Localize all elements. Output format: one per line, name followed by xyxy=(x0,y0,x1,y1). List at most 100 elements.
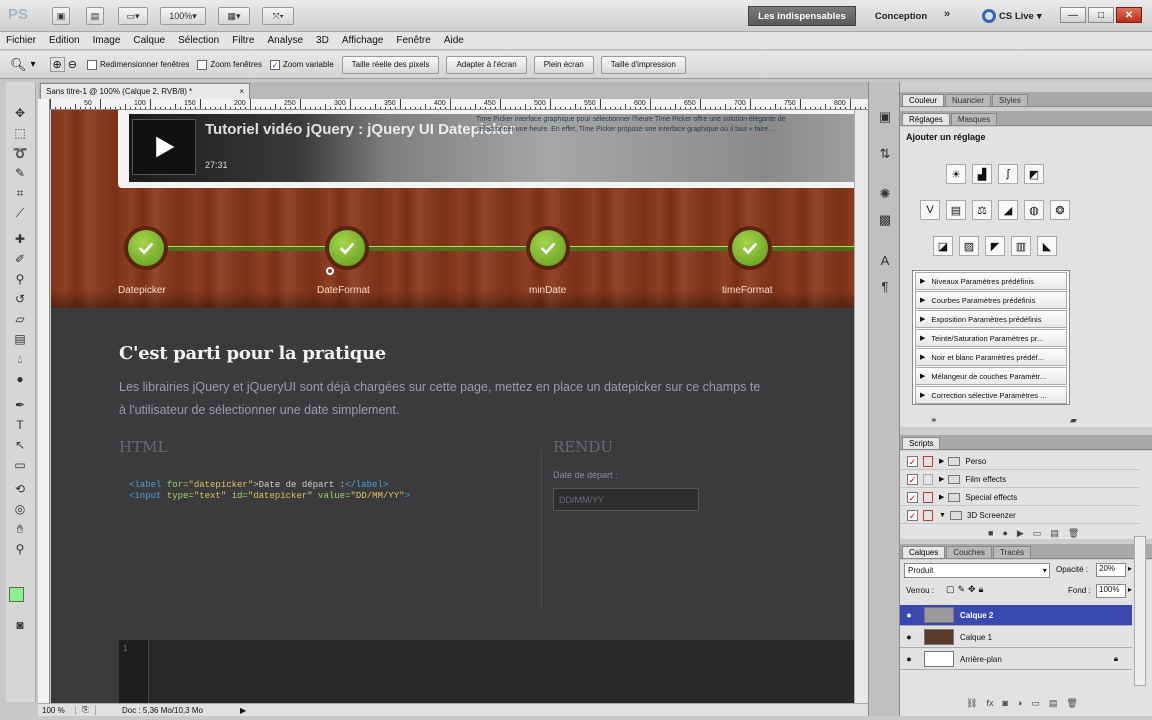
step-dateformat[interactable] xyxy=(325,226,369,270)
eye-icon[interactable]: ● xyxy=(900,632,918,642)
layer-row-calque-1[interactable]: ● Calque 1 xyxy=(900,627,1132,648)
tab-traces[interactable]: Tracés xyxy=(992,546,1032,558)
opacity-input[interactable]: 20% xyxy=(1096,563,1126,577)
expand-triangle-icon[interactable]: ▶ xyxy=(939,457,944,465)
minimize-button[interactable]: — xyxy=(1060,7,1086,23)
menu-aide[interactable]: Aide xyxy=(444,35,464,46)
code-editor[interactable] xyxy=(119,640,854,703)
expand-triangle-icon[interactable]: ▶ xyxy=(939,493,944,501)
tab-reglages[interactable]: Réglages xyxy=(902,113,950,125)
menu-selection[interactable]: Sélection xyxy=(178,35,219,46)
trash-icon[interactable]: 🗑︎ xyxy=(1068,528,1079,539)
fit-screen-button[interactable]: Adapter à l'écran xyxy=(446,55,527,74)
dodge-tool-icon[interactable]: ● xyxy=(9,370,31,388)
status-zoom[interactable]: 100 % xyxy=(38,705,76,715)
step-timeformat[interactable] xyxy=(728,226,772,270)
tab-styles[interactable]: Styles xyxy=(992,94,1028,106)
quick-mask-icon[interactable]: ◙ xyxy=(9,616,31,634)
resize-windows-checkbox[interactable]: Redimensionner fenêtres xyxy=(86,59,189,70)
tab-masques[interactable]: Masques xyxy=(950,113,998,125)
paragraph-panel-icon[interactable]: ¶ xyxy=(875,276,895,296)
new-layer-icon[interactable]: ▤ xyxy=(1049,698,1058,709)
link-layers-icon[interactable]: ⛓︎ xyxy=(966,698,977,709)
healing-brush-icon[interactable]: ✚ xyxy=(9,230,31,248)
invert-icon[interactable]: ◪ xyxy=(933,236,953,256)
levels-icon[interactable]: ▟ xyxy=(972,164,992,184)
channel-mixer-icon[interactable]: ❂ xyxy=(1050,200,1070,220)
menu-3d[interactable]: 3D xyxy=(316,35,329,46)
pen-tool-icon[interactable]: ✒ xyxy=(9,396,31,414)
lock-icons[interactable]: ▢✎✥🔒︎ xyxy=(946,584,986,595)
workspace-essentials[interactable]: Les indispensables xyxy=(748,6,856,26)
menu-filtre[interactable]: Filtre xyxy=(232,35,254,46)
shape-tool-icon[interactable]: ▭ xyxy=(9,456,31,474)
eye-icon[interactable]: ● xyxy=(900,610,918,620)
image-panel-icon[interactable]: ▩ xyxy=(875,210,895,230)
type-tool-icon[interactable]: T xyxy=(9,416,31,434)
eyedropper-tool-icon[interactable]: ⟋ xyxy=(9,204,31,222)
maximize-button[interactable]: □ xyxy=(1088,7,1114,23)
crop-tool-icon[interactable]: ⌗ xyxy=(9,184,31,202)
checkmark-icon[interactable]: ✓ xyxy=(907,455,918,467)
exposure-icon[interactable]: ◩ xyxy=(1024,164,1044,184)
tab-calques[interactable]: Calques xyxy=(902,546,946,558)
brush-tool-icon[interactable]: ✐ xyxy=(9,250,31,268)
menu-affichage[interactable]: Affichage xyxy=(342,35,384,46)
script-row[interactable]: ✓ ▶ Film effects xyxy=(900,471,1140,488)
move-tool-icon[interactable]: ✥ xyxy=(9,104,31,122)
checkmark-icon[interactable]: ✓ xyxy=(907,473,918,485)
clone-stamp-icon[interactable]: ⚲ xyxy=(9,270,31,288)
quick-selection-icon[interactable]: ✎ xyxy=(9,164,31,182)
color-balance-icon[interactable]: ⚖ xyxy=(972,200,992,220)
preset-black-white[interactable]: ▶ Noir et blanc Paramètres prédéf... xyxy=(915,348,1067,366)
document-tab[interactable]: Sans titre-1 @ 100% (Calque 2, RVB/8) * … xyxy=(40,83,250,99)
fx-icon[interactable]: fx xyxy=(986,698,993,709)
zoom-all-windows-checkbox[interactable]: Zoom fenêtres xyxy=(197,59,262,70)
chevron-right-icon[interactable]: ▸ xyxy=(1128,564,1132,573)
clip-icon[interactable]: ⚭ xyxy=(930,415,938,426)
photo-filter-icon[interactable]: ◍ xyxy=(1024,200,1044,220)
document-canvas[interactable]: Tutoriel vidéo jQuery : jQuery UI Datepi… xyxy=(51,110,854,703)
history-brush-icon[interactable]: ↺ xyxy=(9,290,31,308)
tab-nuancier[interactable]: Nuancier xyxy=(945,94,992,106)
expand-triangle-icon[interactable]: ▶ xyxy=(939,475,944,483)
zoom-tool-preset-icon[interactable]: 🔍︎ xyxy=(10,57,27,73)
layer-row-calque-2[interactable]: ● Calque 2 xyxy=(900,605,1132,626)
menu-fenetre[interactable]: Fenêtre xyxy=(396,35,430,46)
minibridge-button[interactable]: ▤ xyxy=(86,7,104,25)
dialog-toggle[interactable] xyxy=(923,509,933,521)
adjustment-layer-icon[interactable]: ◑ xyxy=(1017,698,1022,709)
workspace-design[interactable]: Conception xyxy=(866,6,936,26)
3d-rotate-icon[interactable]: ⟲ xyxy=(9,480,31,498)
cs-live-button[interactable]: CS Live ▾ xyxy=(982,6,1042,26)
vibrance-icon[interactable]: V xyxy=(920,200,940,220)
screen-mode-button[interactable]: ⤧▾ xyxy=(262,7,294,25)
new-set-icon[interactable]: ▭ xyxy=(1033,528,1042,539)
step-mindate[interactable] xyxy=(526,226,570,270)
actual-pixels-button[interactable]: Taille réelle des pixels xyxy=(341,55,440,74)
status-menu-arrow[interactable]: ▶ xyxy=(240,706,246,715)
gradient-map-icon[interactable]: ▥ xyxy=(1011,236,1031,256)
threshold-icon[interactable]: ◤ xyxy=(985,236,1005,256)
view-extras-button[interactable]: ▭▾ xyxy=(118,7,148,25)
gradient-tool-icon[interactable]: ▤ xyxy=(9,330,31,348)
menu-image[interactable]: Image xyxy=(93,35,121,46)
eraser-tool-icon[interactable]: ▱ xyxy=(9,310,31,328)
collapse-triangle-icon[interactable]: ▼ xyxy=(939,512,946,519)
zoom-in-icon[interactable]: ⊕ xyxy=(49,57,65,72)
curves-icon[interactable]: ∫ xyxy=(998,164,1018,184)
step-datepicker[interactable] xyxy=(124,226,168,270)
chevron-right-icon[interactable]: ▸ xyxy=(1128,585,1132,594)
eye-icon[interactable]: ● xyxy=(900,654,918,664)
layer-row-background[interactable]: ● Arrière-plan 🔒︎ xyxy=(900,649,1132,670)
close-icon[interactable]: × xyxy=(239,87,244,96)
play-button[interactable] xyxy=(132,119,196,175)
chevron-down-icon[interactable]: ▾ xyxy=(31,59,36,70)
new-action-icon[interactable]: ▤ xyxy=(1050,528,1059,539)
play-icon[interactable]: ▶ xyxy=(1017,528,1024,539)
layer-mask-icon[interactable]: ▰ xyxy=(1070,415,1077,426)
preset-channel-mixer[interactable]: ▶ Mélangeur de couches Paramètr... xyxy=(915,367,1067,385)
history-panel-icon[interactable]: ▣ xyxy=(875,107,895,127)
menu-analyse[interactable]: Analyse xyxy=(267,35,303,46)
tab-couches[interactable]: Couches xyxy=(946,546,992,558)
